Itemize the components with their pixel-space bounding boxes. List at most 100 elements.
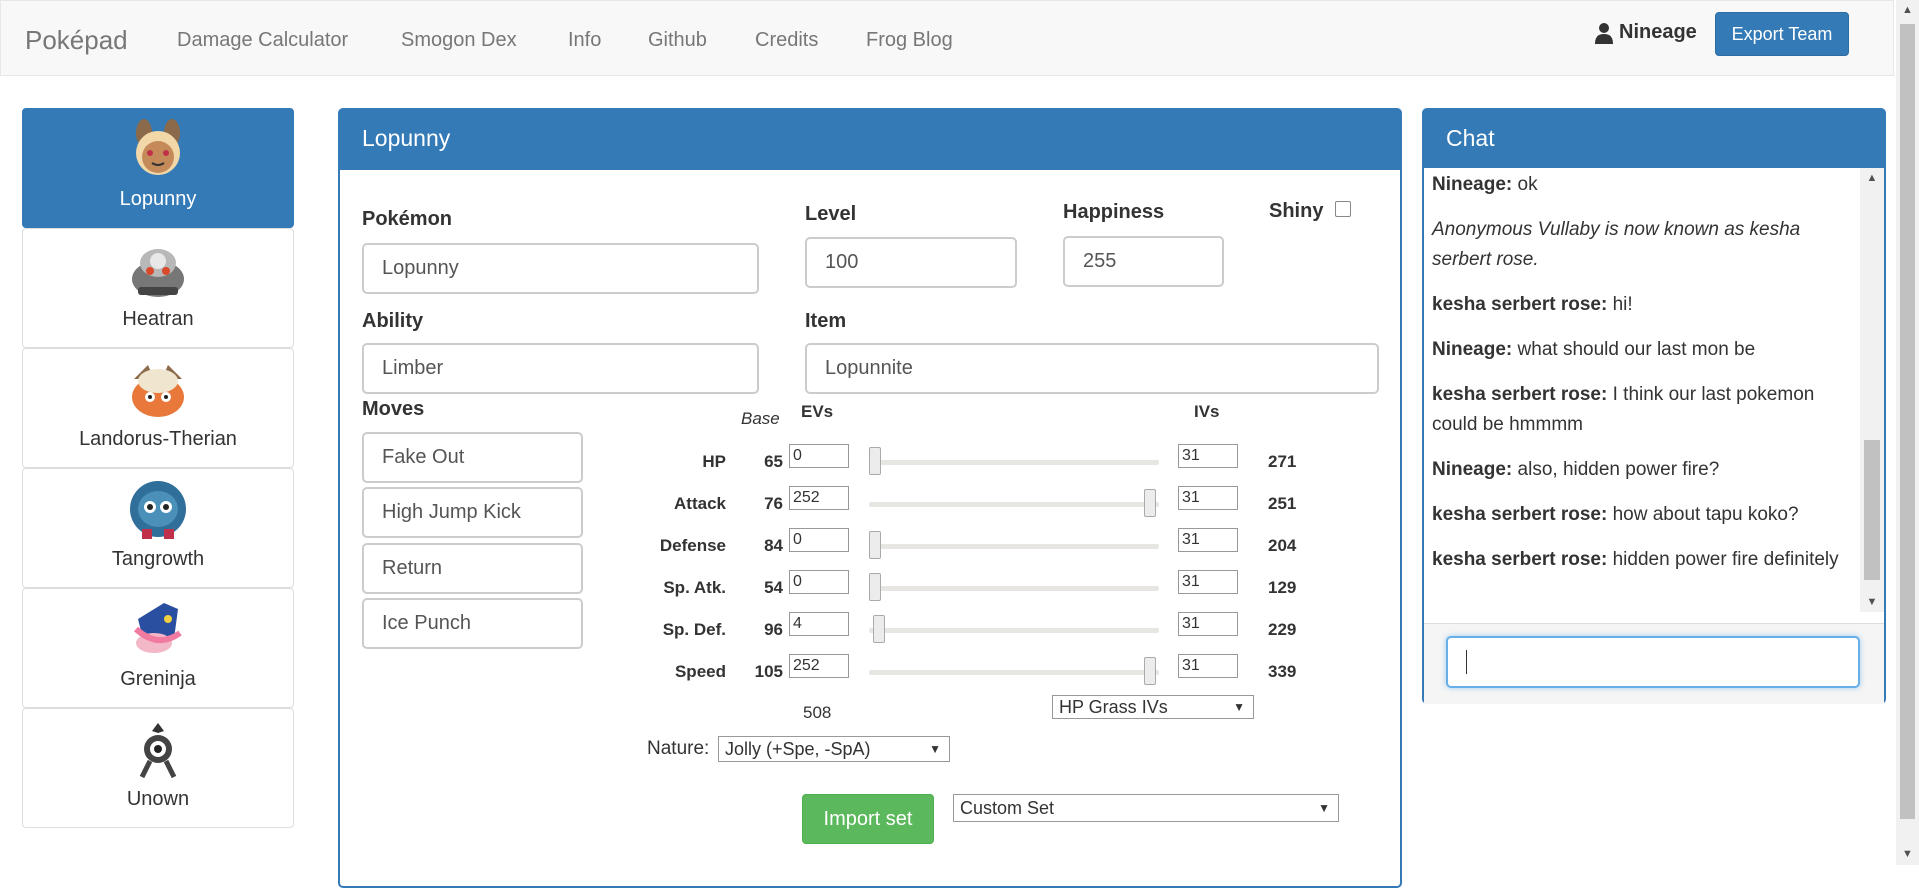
ev-total: 508 [803,703,832,722]
team-member-unown[interactable]: Unown [22,708,294,828]
user-menu[interactable]: Nineage [1595,21,1697,44]
ev-slider-handle[interactable] [1143,657,1156,685]
chat-scrollbar-thumb[interactable] [1864,440,1880,580]
team-member-lopunny[interactable]: Lopunny [22,108,294,228]
navbar: Poképad Damage Calculator Smogon Dex Inf… [0,0,1894,76]
chat-title: Chat [1424,110,1884,168]
chat-message: Nineage: also, hidden power fire? [1432,455,1852,485]
ivs-header: IVs [1194,402,1220,421]
greninja-sprite-icon [133,603,182,653]
team-member-tangrowth[interactable]: Tangrowth [22,468,294,588]
lopunny-sprite-icon [136,119,180,175]
stat-name: Defense [659,536,726,555]
stat-base: 96 [764,620,783,639]
nature-select[interactable]: Jolly (+Spe, -SpA) ▼ [718,736,950,762]
happiness-field[interactable]: 255 [1063,236,1224,287]
iv-input[interactable]: 31 [1178,612,1238,636]
chat-text: hidden power fire definitely [1607,549,1839,570]
ability-label: Ability [362,310,424,332]
ev-slider[interactable] [869,460,1159,465]
scroll-up-icon[interactable]: ▲ [1860,172,1884,184]
stat-total: 129 [1268,578,1297,597]
ev-slider[interactable] [869,628,1159,633]
stat-base: 54 [764,578,783,597]
pokemon-field[interactable]: Lopunny [362,243,759,294]
ev-slider[interactable] [869,670,1159,675]
scrollbar-thumb[interactable] [1900,24,1915,819]
chat-username: kesha serbert rose: [1432,504,1608,525]
scroll-down-icon[interactable]: ▼ [1860,596,1884,608]
brand[interactable]: Poképad [25,25,128,56]
level-field[interactable]: 100 [805,237,1017,288]
team-member-landorus-therian[interactable]: Landorus-Therian [22,348,294,468]
chevron-down-icon: ▼ [929,742,941,756]
item-field[interactable]: Lopunnite [805,343,1379,394]
base-header: Base [741,409,780,428]
chat-username: kesha serbert rose: [1432,549,1608,570]
chat-text: hi! [1607,294,1633,315]
team-member-name: Lopunny [119,188,197,210]
ev-input[interactable]: 252 [789,486,849,510]
chat-message: Nineage: what should our last mon be [1432,335,1852,365]
ability-field[interactable]: Limber [362,343,759,394]
iv-input[interactable]: 31 [1178,570,1238,594]
chat-message: Nineage: ok [1432,170,1852,200]
team-member-name: Heatran [122,308,194,330]
stat-name: Speed [674,662,726,681]
nature-label: Nature: [647,738,710,759]
iv-input[interactable]: 31 [1178,528,1238,552]
nav-smogon-dex[interactable]: Smogon Dex [401,29,517,52]
stat-base: 105 [754,662,783,681]
ev-input[interactable]: 0 [789,570,849,594]
team-member-greninja[interactable]: Greninja [22,588,294,708]
ev-slider[interactable] [869,544,1159,549]
move-slot-2[interactable]: High Jump Kick [362,487,583,538]
level-label: Level [805,203,857,225]
ev-input[interactable]: 4 [789,612,849,636]
chat-panel: Chat Nineage: ok Anonymous Vullaby is no… [1422,108,1886,704]
nav-credits[interactable]: Credits [755,29,818,52]
set-select[interactable]: Custom Set ▼ [953,794,1339,822]
nav-info[interactable]: Info [568,29,601,52]
move-slot-3[interactable]: Return [362,543,583,594]
chat-input[interactable] [1446,636,1860,688]
nav-damage-calculator[interactable]: Damage Calculator [177,29,348,52]
team-member-name: Unown [126,788,190,810]
move-slot-1[interactable]: Fake Out [362,432,583,483]
hidden-power-value: HP Grass IVs [1059,696,1168,717]
ev-slider-handle[interactable] [873,615,886,643]
iv-input[interactable]: 31 [1178,444,1238,468]
move-slot-4[interactable]: Ice Punch [362,598,583,649]
import-set-button[interactable]: Import set [802,794,934,844]
set-value: Custom Set [960,797,1055,818]
scroll-down-icon[interactable]: ▼ [1896,848,1919,860]
ev-slider[interactable] [869,502,1159,507]
scroll-up-icon[interactable]: ▲ [1896,4,1919,16]
iv-input[interactable]: 31 [1178,654,1238,678]
unown-sprite-icon [139,723,177,779]
ev-slider[interactable] [869,586,1159,591]
shiny-checkbox[interactable] [1335,201,1351,217]
iv-input[interactable]: 31 [1178,486,1238,510]
hidden-power-select[interactable]: HP Grass IVs ▼ [1052,695,1254,719]
stat-name: HP [702,452,726,471]
nav-frog-blog[interactable]: Frog Blog [866,29,953,52]
export-team-button[interactable]: Export Team [1715,12,1849,56]
ev-slider-handle[interactable] [1143,489,1156,517]
nav-github[interactable]: Github [648,29,707,52]
stat-total: 271 [1268,452,1297,471]
stat-base: 65 [764,452,783,471]
chat-message: kesha serbert rose: hidden power fire de… [1432,545,1852,575]
ev-slider-handle[interactable] [869,531,881,559]
stat-name: Attack [674,494,726,513]
user-icon [1595,22,1613,44]
chat-scrollbar[interactable]: ▲ ▼ [1860,168,1884,612]
team-member-heatran[interactable]: Heatran [22,228,294,348]
ev-slider-handle[interactable] [869,447,881,475]
page-scrollbar[interactable]: ▲ ▼ [1896,0,1919,865]
ev-input[interactable]: 0 [789,444,849,468]
chat-message: kesha serbert rose: how about tapu koko? [1432,500,1852,530]
ev-input[interactable]: 0 [789,528,849,552]
ev-input[interactable]: 252 [789,654,849,678]
ev-slider-handle[interactable] [869,573,881,601]
